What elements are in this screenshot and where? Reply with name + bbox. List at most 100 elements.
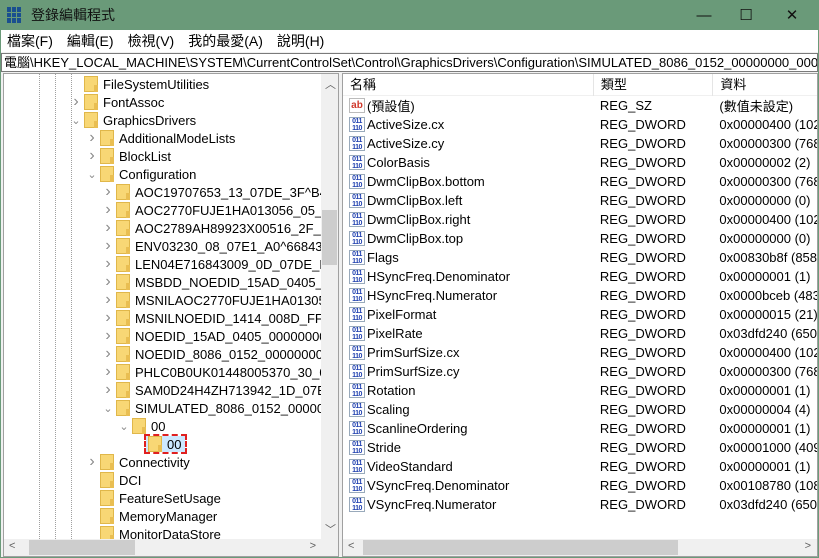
tree-hscroll-thumb[interactable] bbox=[29, 540, 135, 555]
close-button[interactable]: ✕ bbox=[769, 0, 815, 30]
tree-item[interactable]: › FontAssoc bbox=[4, 93, 164, 111]
tree-item[interactable]: MemoryManager bbox=[4, 507, 217, 525]
menu-help[interactable]: 說明(H) bbox=[277, 31, 324, 51]
key-tree-pane[interactable]: FileSystemUtilities › FontAssoc ⌄ GraphicsDr… bbox=[3, 73, 339, 557]
value-row[interactable]: 011 110 Scaling REG_DWORD 0x00000004 (4) bbox=[343, 400, 817, 419]
tree-item[interactable]: › ENV03230_08_07E1_A0^66843A bbox=[4, 237, 331, 255]
column-name-header[interactable]: 名稱 bbox=[343, 74, 594, 96]
tree-item[interactable]: › AOC2770FUJE1HA013056_05_07 bbox=[4, 201, 337, 219]
value-row[interactable]: 011 110 DwmClipBox.top REG_DWORD 0x00000000 … bbox=[343, 229, 817, 248]
tree-item[interactable]: › PHLC0B0UK01448005370_30_07 bbox=[4, 363, 334, 381]
chevron-down-icon[interactable]: ⌄ bbox=[102, 402, 114, 415]
tree-item[interactable]: › Connectivity bbox=[4, 453, 190, 471]
value-row[interactable]: 011 110 ColorBasis REG_DWORD 0x00000002 (2) bbox=[343, 153, 817, 172]
value-row[interactable]: 011 110 PixelRate REG_DWORD 0x03dfd240 (650 bbox=[343, 324, 817, 343]
address-bar[interactable]: 電腦\HKEY_LOCAL_MACHINE\SYSTEM\CurrentCont… bbox=[1, 53, 818, 72]
minimize-button[interactable]: — bbox=[681, 0, 727, 30]
tree-vertical-scrollbar[interactable]: ︿ ﹀ bbox=[321, 74, 338, 539]
menu-file[interactable]: 檔案(F) bbox=[7, 31, 53, 51]
chevron-right-icon[interactable]: › bbox=[86, 147, 98, 165]
value-row[interactable]: 011 110 ActiveSize.cy REG_DWORD 0x00000300 (… bbox=[343, 134, 817, 153]
tree-item-label: Configuration bbox=[119, 166, 197, 182]
chevron-right-icon[interactable]: › bbox=[102, 309, 114, 327]
value-row[interactable]: 011 110 Rotation REG_DWORD 0x00000001 (1) bbox=[343, 381, 817, 400]
value-row[interactable]: 011 110 PixelFormat REG_DWORD 0x00000015 (21… bbox=[343, 305, 817, 324]
value-row[interactable]: 011 110 Stride REG_DWORD 0x00001000 (409 bbox=[343, 438, 817, 457]
value-row[interactable]: 011 110 Flags REG_DWORD 0x00830b8f (858 bbox=[343, 248, 817, 267]
title-bar[interactable]: 登錄編輯程式 — ☐ ✕ bbox=[1, 0, 818, 30]
value-row[interactable]: 011 110 HSyncFreq.Numerator REG_DWORD 0x0000… bbox=[343, 286, 817, 305]
value-name: ActiveSize.cx bbox=[367, 117, 445, 132]
tree-item[interactable]: ⌄ 00 bbox=[4, 417, 165, 435]
chevron-right-icon[interactable]: › bbox=[102, 255, 114, 273]
tree-item[interactable]: › AOC19707653_13_07DE_3F^B4D bbox=[4, 183, 336, 201]
chevron-right-icon[interactable]: › bbox=[102, 381, 114, 399]
tree-horizontal-scrollbar[interactable]: < > bbox=[4, 539, 338, 556]
value-row[interactable]: 011 110 ScanlineOrdering REG_DWORD 0x0000000… bbox=[343, 419, 817, 438]
chevron-right-icon[interactable]: › bbox=[102, 183, 114, 201]
folder-icon bbox=[116, 310, 130, 326]
value-row[interactable]: 011 110 PrimSurfSize.cy REG_DWORD 0x00000300… bbox=[343, 362, 817, 381]
tree-item[interactable]: › MSBDD_NOEDID_15AD_0405_00 bbox=[4, 273, 337, 291]
menu-view[interactable]: 檢視(V) bbox=[128, 31, 175, 51]
chevron-right-icon[interactable]: › bbox=[70, 93, 82, 111]
tree-item[interactable]: DCI bbox=[4, 471, 141, 489]
tree-item[interactable]: › AOC2789AH89923X00516_2F_07 bbox=[4, 219, 335, 237]
menu-favorites[interactable]: 我的最愛(A) bbox=[188, 31, 263, 51]
scroll-down-icon[interactable]: ﹀ bbox=[325, 521, 336, 537]
chevron-down-icon[interactable]: ⌄ bbox=[118, 420, 130, 433]
chevron-right-icon[interactable]: › bbox=[102, 345, 114, 363]
values-hscroll-thumb[interactable] bbox=[363, 540, 678, 555]
values-horizontal-scrollbar[interactable]: < > bbox=[343, 539, 817, 556]
chevron-right-icon[interactable]: › bbox=[102, 363, 114, 381]
chevron-right-icon[interactable]: › bbox=[102, 327, 114, 345]
column-data-header[interactable]: 資料 bbox=[713, 74, 817, 96]
tree-item[interactable]: 00 bbox=[4, 434, 188, 454]
maximize-button[interactable]: ☐ bbox=[723, 0, 769, 30]
tree-item[interactable]: FileSystemUtilities bbox=[4, 75, 209, 93]
scroll-right-icon[interactable]: > bbox=[310, 540, 316, 552]
scroll-left-icon[interactable]: < bbox=[348, 540, 354, 552]
value-name: HSyncFreq.Denominator bbox=[367, 269, 511, 284]
value-row[interactable]: 011 110 PrimSurfSize.cx REG_DWORD 0x00000400… bbox=[343, 343, 817, 362]
value-row[interactable]: 011 110 VideoStandard REG_DWORD 0x00000001 (… bbox=[343, 457, 817, 476]
chevron-down-icon[interactable]: ⌄ bbox=[86, 168, 98, 181]
chevron-right-icon[interactable]: › bbox=[102, 201, 114, 219]
tree-item[interactable]: ⌄ GraphicsDrivers bbox=[4, 111, 196, 129]
tree-item[interactable]: › MSNILNOEDID_1414_008D_FFFF bbox=[4, 309, 338, 327]
chevron-down-icon[interactable]: ⌄ bbox=[70, 114, 82, 127]
tree-vscroll-thumb[interactable] bbox=[322, 210, 337, 265]
tree-item[interactable]: › AdditionalModeLists bbox=[4, 129, 235, 147]
chevron-right-icon[interactable]: › bbox=[102, 219, 114, 237]
value-row[interactable]: 011 110 DwmClipBox.bottom REG_DWORD 0x000003… bbox=[343, 172, 817, 191]
tree-item[interactable]: › LEN04E716843009_0D_07DE_F5 bbox=[4, 255, 335, 273]
tree-item[interactable]: › BlockList bbox=[4, 147, 171, 165]
value-row[interactable]: 011 110 HSyncFreq.Denominator REG_DWORD 0x00… bbox=[343, 267, 817, 286]
tree-item[interactable]: › SAM0D24H4ZH713942_1D_07E0 bbox=[4, 381, 333, 399]
chevron-right-icon[interactable]: › bbox=[102, 237, 114, 255]
scroll-left-icon[interactable]: < bbox=[9, 540, 15, 552]
value-row[interactable]: 011 110 ActiveSize.cx REG_DWORD 0x00000400 (… bbox=[343, 115, 817, 134]
tree-item[interactable]: FeatureSetUsage bbox=[4, 489, 221, 507]
chevron-right-icon[interactable]: › bbox=[102, 291, 114, 309]
scroll-right-icon[interactable]: > bbox=[805, 540, 811, 552]
scroll-up-icon[interactable]: ︿ bbox=[325, 76, 336, 92]
value-row[interactable]: 011 110 DwmClipBox.left REG_DWORD 0x00000000… bbox=[343, 191, 817, 210]
tree-item[interactable]: ⌄ SIMULATED_8086_0152_000000 bbox=[4, 399, 331, 417]
tree-item[interactable]: › NOEDID_15AD_0405_00000000_ bbox=[4, 327, 334, 345]
value-row[interactable]: 011 110 VSyncFreq.Numerator REG_DWORD 0x03df… bbox=[343, 495, 817, 514]
value-type: REG_DWORD bbox=[599, 117, 686, 132]
chevron-right-icon[interactable]: › bbox=[102, 273, 114, 291]
values-pane[interactable]: 名稱 類型 資料 ab (預設值) REG_SZ (數值未設定) 011 110 Activ… bbox=[342, 73, 818, 557]
tree-item[interactable]: ⌄ Configuration bbox=[4, 165, 196, 183]
tree-item-label: FontAssoc bbox=[103, 94, 165, 110]
value-row[interactable]: ab (預設值) REG_SZ (數值未設定) bbox=[343, 96, 817, 115]
value-row[interactable]: 011 110 VSyncFreq.Denominator REG_DWORD 0x00… bbox=[343, 476, 817, 495]
chevron-right-icon[interactable]: › bbox=[86, 129, 98, 147]
tree-item[interactable]: › MSNILAOC2770FUJE1HA013056 bbox=[4, 291, 333, 309]
column-type-header[interactable]: 類型 bbox=[594, 74, 714, 96]
chevron-right-icon[interactable]: › bbox=[86, 453, 98, 471]
menu-edit[interactable]: 編輯(E) bbox=[67, 31, 114, 51]
value-row[interactable]: 011 110 DwmClipBox.right REG_DWORD 0x0000040… bbox=[343, 210, 817, 229]
tree-item[interactable]: › NOEDID_8086_0152_00000000_ bbox=[4, 345, 330, 363]
